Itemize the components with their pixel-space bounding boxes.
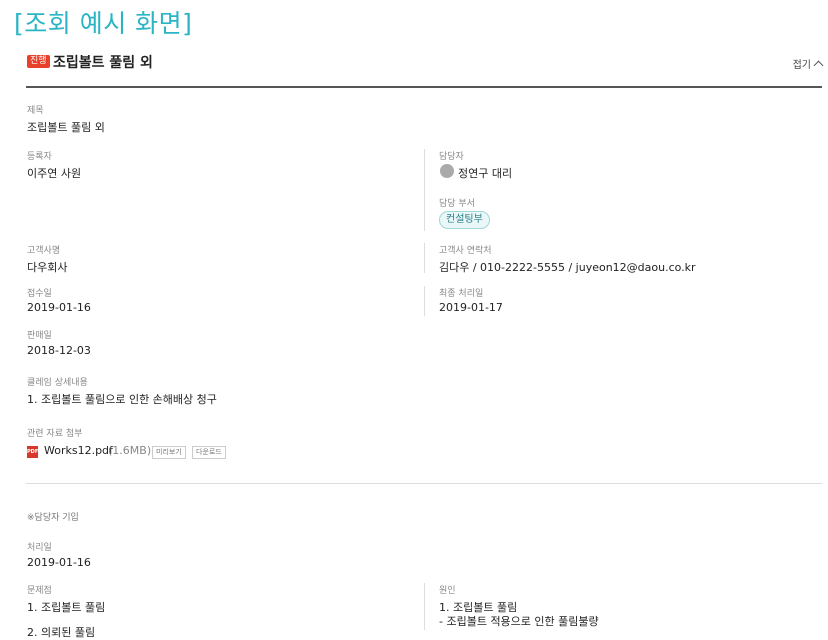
section-divider xyxy=(26,483,822,484)
sale-date-label: 판매일 xyxy=(27,331,52,341)
attachment-file-size: (1.6MB) xyxy=(108,444,152,457)
column-divider xyxy=(424,583,425,630)
received-date-label: 접수일 xyxy=(27,289,52,299)
chevron-up-icon xyxy=(813,60,824,71)
department-tag: 컨설팅부 xyxy=(439,211,490,229)
pdf-icon: PDF xyxy=(27,446,38,458)
claim-detail-value: 1. 조립볼트 풀림으로 인한 손해배상 청구 xyxy=(27,393,217,406)
subject-value: 조립볼트 풀림 외 xyxy=(27,121,105,134)
customer-value: 다우회사 xyxy=(27,261,68,274)
customer-contact-value: 김다우 / 010-2222-5555 / juyeon12@daou.co.k… xyxy=(439,261,696,274)
registrant-value: 이주연 사원 xyxy=(27,167,82,180)
status-badge: 진행 xyxy=(27,55,50,68)
subject-label: 제목 xyxy=(27,106,44,116)
last-processed-label: 최종 처리일 xyxy=(439,289,484,299)
department-label: 담당 부서 xyxy=(439,199,475,209)
problem-value-next: 2. 의뢰된 풀림 xyxy=(27,626,96,639)
claim-detail-label: 클레임 상세내용 xyxy=(27,378,88,388)
customer-contact-label: 고객사 연락처 xyxy=(439,246,492,256)
attachment-file-name[interactable]: Works12.pdf xyxy=(44,444,113,457)
registrant-label: 등록자 xyxy=(27,152,52,162)
assignee-value[interactable]: 정연구 대리 xyxy=(458,165,512,181)
document-header: 진행 조립볼트 풀림 외 접기 xyxy=(26,52,824,88)
assignee-note: ※담당자 기입 xyxy=(27,513,79,523)
column-divider xyxy=(424,286,425,316)
download-button[interactable]: 다운로드 xyxy=(192,446,226,459)
customer-label: 고객사명 xyxy=(27,246,61,256)
attachment-label: 관련 자료 첨부 xyxy=(27,429,83,439)
document-title: 조립볼트 풀림 외 xyxy=(53,55,153,71)
problem-label: 문제점 xyxy=(27,586,52,596)
process-date-value: 2019-01-16 xyxy=(27,556,91,569)
column-divider xyxy=(424,243,425,273)
column-divider xyxy=(424,149,425,231)
assignee-label: 담당자 xyxy=(439,152,464,162)
page-title: [조회 예시 화면] xyxy=(14,9,193,38)
last-processed-value: 2019-01-17 xyxy=(439,301,503,314)
fold-label: 접기 xyxy=(792,60,811,71)
received-date-value: 2019-01-16 xyxy=(27,301,91,314)
fold-toggle[interactable]: 접기 xyxy=(792,56,824,71)
problem-value: 1. 조립볼트 풀림 xyxy=(27,601,106,614)
preview-button[interactable]: 미리보기 xyxy=(152,446,186,459)
cause-line-2: - 조립볼트 적용으로 인한 풀림불량 xyxy=(439,615,599,628)
cause-label: 원인 xyxy=(439,586,456,596)
process-date-label: 처리일 xyxy=(27,543,52,553)
sale-date-value: 2018-12-03 xyxy=(27,344,91,357)
avatar xyxy=(440,164,454,178)
